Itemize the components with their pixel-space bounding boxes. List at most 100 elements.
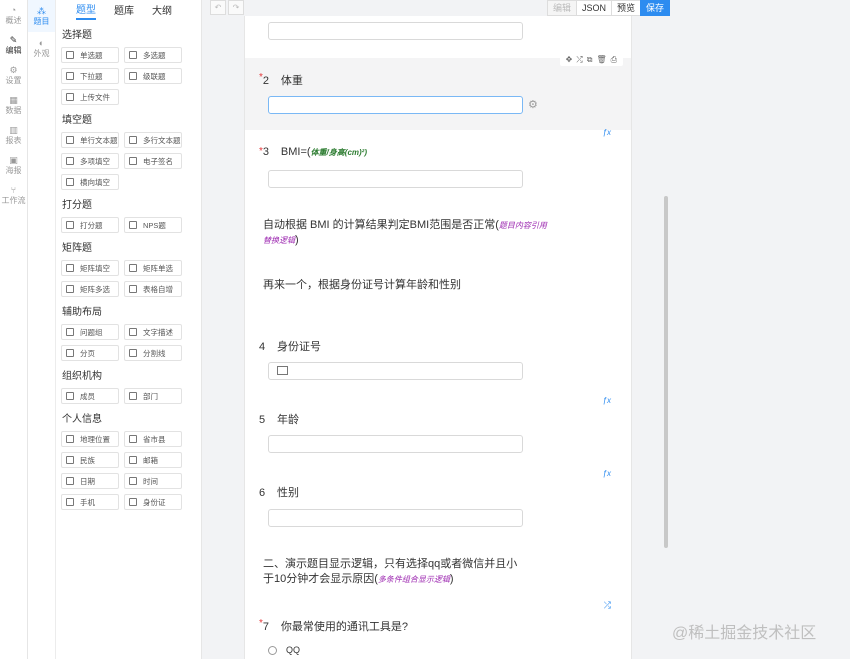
widget-label: 电子签名 bbox=[143, 156, 173, 166]
widget-item[interactable]: 分割线 bbox=[124, 345, 182, 361]
widget-item[interactable]: 矩阵多选 bbox=[61, 281, 119, 297]
widget-item[interactable]: 电子签名 bbox=[124, 153, 182, 169]
move-icon[interactable]: ✥ bbox=[566, 55, 573, 65]
widget-icon bbox=[66, 456, 74, 464]
widget-item[interactable]: 单行文本题 bbox=[61, 132, 119, 148]
widget-group-title: 组织机构 bbox=[62, 371, 102, 382]
widget-item[interactable]: 打分题 bbox=[61, 217, 119, 233]
weight-input[interactable] bbox=[268, 96, 523, 114]
tab-question-types[interactable]: 题型 bbox=[76, 1, 96, 20]
nav-rail: ◔ 概述 ✎ 编辑 ⚙ 设置 ▦ 数据 ▥ 报表 ▣ 海报 ⑂ 工作流 bbox=[0, 0, 28, 659]
json-button[interactable]: JSON bbox=[576, 0, 613, 16]
grid-icon: ⁂ bbox=[37, 5, 46, 16]
widget-grid: 单行文本题 多行文本题多项填空 电子签名横向填空 bbox=[56, 127, 201, 190]
widget-item[interactable]: NPS题 bbox=[124, 217, 182, 233]
rail-item-6[interactable]: ⑂ 工作流 bbox=[0, 180, 27, 210]
widget-item[interactable]: 多项填空 bbox=[61, 153, 119, 169]
print-icon[interactable]: ⎙ bbox=[611, 55, 617, 65]
undo-button[interactable]: ↶ bbox=[210, 0, 226, 15]
widget-item[interactable]: 横向填空 bbox=[61, 174, 119, 190]
rail-item-4[interactable]: ▥ 报表 bbox=[0, 120, 27, 150]
rail-item-0[interactable]: ◔ 概述 bbox=[0, 0, 27, 30]
widget-icon bbox=[129, 328, 137, 336]
widget-label: 下拉题 bbox=[80, 71, 103, 81]
widget-label: 横向填空 bbox=[80, 177, 110, 187]
widget-icon bbox=[129, 435, 137, 443]
question-2-title: *2 体重 bbox=[259, 72, 303, 87]
widget-item[interactable]: 成员 bbox=[61, 388, 119, 404]
tab-question-bank[interactable]: 题库 bbox=[114, 2, 134, 19]
widget-label: 分页 bbox=[80, 348, 95, 358]
rail-item-0[interactable]: ⁂ 题目 bbox=[28, 0, 55, 32]
edit-button[interactable]: 编辑 bbox=[547, 0, 578, 16]
rail-item-1[interactable]: ◐ 外观 bbox=[28, 32, 55, 64]
block-toolbar: ✥ ⤮ ⧉ 🗑 ⎙ bbox=[559, 54, 623, 66]
save-button[interactable]: 保存 bbox=[640, 0, 671, 16]
widget-icon bbox=[66, 264, 74, 272]
widget-item[interactable]: 地理位置 bbox=[61, 431, 119, 447]
widget-item[interactable]: 文字描述 bbox=[124, 324, 182, 340]
rail-item-2[interactable]: ⚙ 设置 bbox=[0, 60, 27, 90]
copy-icon[interactable]: ⧉ bbox=[587, 55, 593, 65]
widget-label: 矩阵单选 bbox=[143, 263, 173, 273]
rail-item-1[interactable]: ✎ 编辑 bbox=[0, 30, 27, 60]
widget-item[interactable]: 多行文本题 bbox=[124, 132, 182, 148]
formula-icon[interactable]: ƒx bbox=[603, 469, 611, 478]
previous-answer-input[interactable] bbox=[268, 22, 523, 40]
id-card-input[interactable] bbox=[268, 362, 523, 380]
widget-item[interactable]: 时间 bbox=[124, 473, 182, 489]
widget-icon bbox=[129, 477, 137, 485]
widget-item[interactable]: 民族 bbox=[61, 452, 119, 468]
age-input[interactable] bbox=[268, 435, 523, 453]
top-toolbar: 编辑 JSON 预览 保存 bbox=[547, 0, 671, 16]
widget-item[interactable]: 单选题 bbox=[61, 47, 119, 63]
redo-button[interactable]: ↷ bbox=[228, 0, 244, 15]
widget-item[interactable]: 问题组 bbox=[61, 324, 119, 340]
widget-icon bbox=[129, 136, 137, 144]
question-3-title: *3 BMI=(体重/身高(cm)²) bbox=[259, 146, 368, 158]
widget-icon bbox=[129, 264, 137, 272]
image-icon: ▣ bbox=[9, 154, 18, 165]
question-7-title: *7 你最常使用的通讯工具是? bbox=[259, 618, 409, 633]
widget-item[interactable]: 身份证 bbox=[124, 494, 182, 510]
widget-item[interactable]: 表格自增 bbox=[124, 281, 182, 297]
preview-button[interactable]: 预览 bbox=[611, 0, 642, 16]
display-logic-icon[interactable]: ⤮ bbox=[604, 600, 611, 611]
bmi-input[interactable] bbox=[268, 170, 523, 188]
canvas-scrollbar[interactable] bbox=[664, 196, 668, 548]
widget-item[interactable]: 分页 bbox=[61, 345, 119, 361]
widget-group-title: 个人信息 bbox=[62, 414, 102, 425]
rail-item-label: 编辑 bbox=[5, 45, 22, 55]
settings-gear-icon[interactable]: ⚙ bbox=[528, 98, 538, 111]
rail-item-3[interactable]: ▦ 数据 bbox=[0, 90, 27, 120]
widget-item[interactable]: 多选题 bbox=[124, 47, 182, 63]
widget-item[interactable]: 日期 bbox=[61, 473, 119, 489]
widget-group-title: 矩阵题 bbox=[62, 243, 92, 254]
formula-icon[interactable]: ƒx bbox=[603, 128, 611, 137]
formula-icon[interactable]: ƒx bbox=[603, 396, 611, 405]
widget-label: 成员 bbox=[80, 391, 95, 401]
widget-item[interactable]: 省市县 bbox=[124, 431, 182, 447]
widget-icon bbox=[66, 51, 74, 59]
widget-label: 多行文本题 bbox=[143, 135, 181, 145]
widget-item[interactable]: 矩阵单选 bbox=[124, 260, 182, 276]
widget-item[interactable]: 矩阵填空 bbox=[61, 260, 119, 276]
widget-label: 单选题 bbox=[80, 50, 103, 60]
widget-item[interactable]: 级联题 bbox=[124, 68, 182, 84]
delete-icon[interactable]: 🗑 bbox=[596, 55, 606, 65]
tab-outline[interactable]: 大纲 bbox=[152, 2, 172, 19]
widget-item[interactable]: 部门 bbox=[124, 388, 182, 404]
question-block-selected[interactable] bbox=[245, 58, 631, 130]
widget-item[interactable]: 手机 bbox=[61, 494, 119, 510]
widget-label: 民族 bbox=[80, 455, 95, 465]
rail-item-5[interactable]: ▣ 海报 bbox=[0, 150, 27, 180]
widget-item[interactable]: 下拉题 bbox=[61, 68, 119, 84]
widget-item[interactable]: 邮箱 bbox=[124, 452, 182, 468]
gender-input[interactable] bbox=[268, 509, 523, 527]
widget-grid: 矩阵填空 矩阵单选矩阵多选 表格自增 bbox=[56, 255, 201, 297]
widget-item[interactable]: 上传文件 bbox=[61, 89, 119, 105]
widget-icon bbox=[129, 221, 137, 229]
radio-button-qq[interactable] bbox=[268, 646, 277, 655]
widget-group-title: 打分题 bbox=[62, 200, 92, 211]
logic-icon[interactable]: ⤮ bbox=[576, 55, 582, 65]
